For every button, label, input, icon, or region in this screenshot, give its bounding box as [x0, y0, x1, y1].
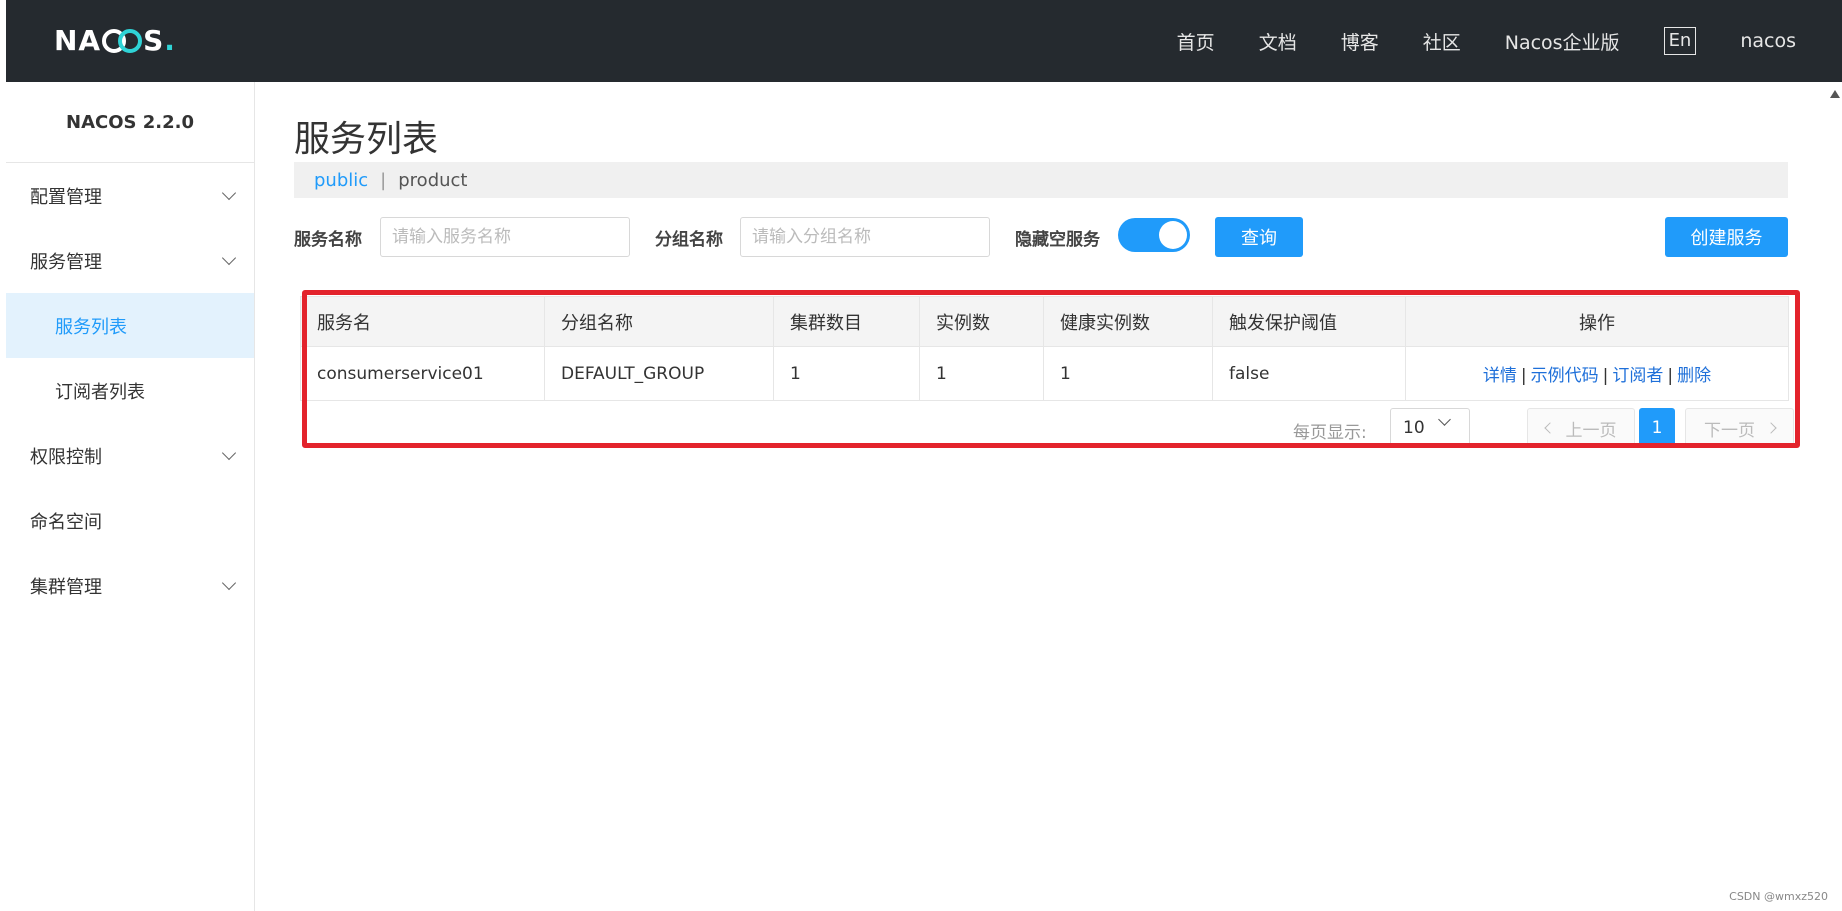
chevron-down-icon — [221, 185, 237, 200]
next-page-button[interactable]: 下一页 — [1685, 408, 1794, 448]
prev-page-label: 上一页 — [1565, 420, 1617, 441]
hide-empty-label: 隐藏空服务 — [1015, 230, 1100, 250]
delete-link[interactable]: 删除 — [1677, 366, 1711, 386]
namespace-separator: | — [380, 169, 387, 191]
nav-docs[interactable]: 文档 — [1259, 28, 1297, 55]
cell-healthy-count: 1 — [1043, 346, 1213, 401]
cell-cluster-count: 1 — [773, 346, 920, 401]
table-row: consumerservice01 DEFAULT_GROUP 1 1 1 fa… — [300, 346, 1789, 401]
sidebar-item-label: 服务列表 — [55, 316, 127, 338]
op-separator: | — [1520, 366, 1527, 386]
service-table: 服务名 分组名称 集群数目 实例数 健康实例数 触发保护阈值 操作 consum… — [300, 296, 1789, 401]
top-nav: 首页 文档 博客 社区 Nacos企业版 En nacos — [1177, 0, 1842, 82]
sidebar-item-auth[interactable]: 权限控制 — [6, 423, 254, 488]
chevron-left-icon — [1543, 422, 1556, 434]
nav-enterprise[interactable]: Nacos企业版 — [1505, 28, 1620, 55]
logo-ring-teal-icon — [118, 29, 143, 53]
col-healthy-count: 健康实例数 — [1043, 296, 1213, 347]
sidebar-item-namespace[interactable]: 命名空间 — [6, 488, 254, 553]
col-protect-threshold: 触发保护阈值 — [1212, 296, 1406, 347]
chevron-down-icon — [1438, 413, 1451, 426]
watermark: CSDN @wmxz520 — [1729, 890, 1828, 903]
sidebar-item-service-list[interactable]: 服务列表 — [6, 293, 254, 358]
table-header-row: 服务名 分组名称 集群数目 实例数 健康实例数 触发保护阈值 操作 — [300, 296, 1789, 347]
filter-bar: 服务名称 分组名称 隐藏空服务 查询 创建服务 — [294, 217, 1788, 257]
nav-blog[interactable]: 博客 — [1341, 28, 1379, 55]
sidebar-item-label: 订阅者列表 — [55, 381, 145, 403]
hide-empty-toggle[interactable] — [1118, 218, 1190, 252]
nav-home[interactable]: 首页 — [1177, 28, 1215, 55]
namespace-bar: public | product — [294, 162, 1788, 198]
page-title: 服务列表 — [294, 119, 439, 160]
nacos-logo[interactable]: NA S. — [54, 22, 176, 58]
page-size-select[interactable]: 10 — [1390, 408, 1470, 448]
next-page-label: 下一页 — [1704, 420, 1755, 441]
prev-page-button[interactable]: 上一页 — [1527, 408, 1635, 448]
page-size-label: 每页显示: — [1293, 423, 1367, 443]
service-name-label: 服务名称 — [294, 230, 362, 250]
chevron-down-icon — [221, 445, 237, 460]
page-size-value: 10 — [1403, 418, 1425, 438]
group-name-input[interactable] — [740, 217, 990, 257]
sidebar-item-config[interactable]: 配置管理 — [6, 163, 254, 228]
col-cluster-count: 集群数目 — [773, 296, 920, 347]
scroll-up-arrow-icon[interactable] — [1830, 90, 1840, 98]
subscriber-link[interactable]: 订阅者 — [1612, 366, 1663, 386]
current-page-button[interactable]: 1 — [1639, 408, 1675, 448]
language-switch[interactable]: En — [1663, 27, 1697, 55]
cell-instance-count: 1 — [919, 346, 1044, 401]
top-header: NA S. 首页 文档 博客 社区 Nacos企业版 En nacos — [6, 0, 1842, 82]
sample-code-link[interactable]: 示例代码 — [1531, 366, 1599, 386]
cell-group-name: DEFAULT_GROUP — [544, 346, 774, 401]
sidebar-item-label: 权限控制 — [30, 446, 102, 468]
detail-link[interactable]: 详情 — [1483, 366, 1517, 386]
namespace-current[interactable]: product — [398, 170, 467, 191]
chevron-right-icon — [1765, 422, 1777, 434]
col-service-name: 服务名 — [300, 296, 545, 347]
query-button[interactable]: 查询 — [1215, 217, 1303, 257]
user-menu[interactable]: nacos — [1740, 30, 1796, 52]
version-label: NACOS 2.2.0 — [6, 82, 254, 163]
sidebar-item-label: 服务管理 — [30, 251, 102, 273]
pagination: 每页显示: 10 上一页 1 下一页 — [300, 408, 1794, 448]
service-name-input[interactable] — [380, 217, 630, 257]
sidebar-item-subscribers[interactable]: 订阅者列表 — [6, 358, 254, 423]
toggle-knob — [1159, 221, 1187, 249]
op-separator: | — [1602, 366, 1609, 386]
op-separator: | — [1667, 366, 1674, 386]
logo-dot: . — [164, 23, 176, 57]
sidebar-item-cluster[interactable]: 集群管理 — [6, 553, 254, 618]
cell-operations: 详情 | 示例代码 | 订阅者 | 删除 — [1405, 346, 1789, 401]
col-group-name: 分组名称 — [544, 296, 774, 347]
namespace-public-link[interactable]: public — [314, 170, 368, 191]
cell-service-name: consumerservice01 — [300, 346, 545, 401]
nav-community[interactable]: 社区 — [1423, 28, 1461, 55]
sidebar-item-service[interactable]: 服务管理 — [6, 228, 254, 293]
chevron-down-icon — [221, 575, 237, 590]
logo-na: NA — [54, 23, 102, 57]
group-name-label: 分组名称 — [655, 230, 723, 250]
sidebar: NACOS 2.2.0 配置管理 服务管理 服务列表 订阅者列表 权限控制 命名… — [6, 82, 255, 911]
sidebar-item-label: 配置管理 — [30, 186, 102, 208]
col-operations: 操作 — [1405, 296, 1789, 347]
sidebar-item-label: 集群管理 — [30, 576, 102, 598]
col-instance-count: 实例数 — [919, 296, 1044, 347]
sidebar-item-label: 命名空间 — [30, 511, 102, 533]
logo-s: S — [143, 23, 165, 57]
create-service-button[interactable]: 创建服务 — [1665, 217, 1788, 257]
chevron-down-icon — [221, 250, 237, 265]
cell-protect-threshold: false — [1212, 346, 1406, 401]
